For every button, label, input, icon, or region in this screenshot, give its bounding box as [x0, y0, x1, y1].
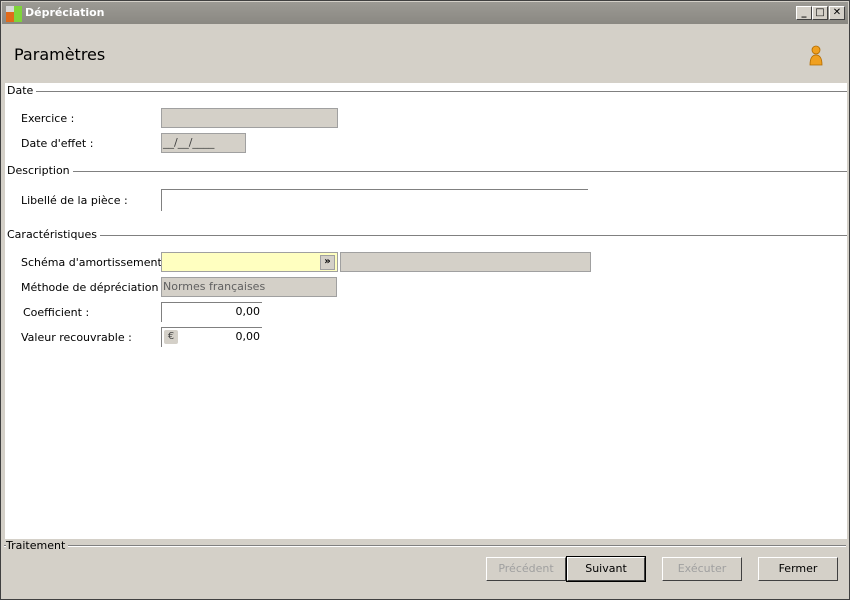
user-icon: [809, 45, 823, 66]
section-date: Date: [7, 84, 847, 98]
methode-label: Méthode de dépréciation :: [21, 281, 166, 294]
methode-value: Normes françaises: [163, 280, 266, 293]
page-title: Paramètres: [14, 45, 106, 64]
schema-label: Schéma d'amortissement :: [21, 256, 170, 269]
section-traitement-label: Traitement: [6, 539, 69, 552]
exercice-field[interactable]: [161, 108, 338, 128]
close-icon: ✕: [832, 7, 842, 18]
minimize-icon: _: [801, 7, 807, 18]
coefficient-label: Coefficient :: [23, 306, 90, 319]
valeur-value: 0,00: [235, 330, 261, 343]
close-button[interactable]: ✕: [829, 6, 845, 20]
exercice-label: Exercice :: [21, 112, 75, 125]
section-description-label: Description: [7, 164, 73, 177]
footer-traitement: Traitement Précédent Suivant Exécuter Fe…: [2, 539, 848, 599]
app-icon: [6, 6, 22, 22]
valeur-label: Valeur recouvrable :: [21, 331, 132, 344]
maximize-button[interactable]: □: [812, 6, 828, 20]
euro-icon: €: [164, 330, 178, 344]
section-date-label: Date: [7, 84, 37, 97]
libelle-label: Libellé de la pièce :: [21, 194, 128, 207]
precedent-button[interactable]: Précédent: [486, 557, 566, 581]
suivant-button[interactable]: Suivant: [566, 556, 646, 582]
chevron-down-icon[interactable]: »: [320, 255, 335, 270]
libelle-field[interactable]: [161, 189, 588, 211]
executer-button[interactable]: Exécuter: [662, 557, 742, 581]
date-effet-field[interactable]: __/__/____: [161, 133, 246, 153]
fermer-button[interactable]: Fermer: [758, 557, 838, 581]
schema-description-field: [340, 252, 591, 272]
maximize-icon: □: [815, 7, 825, 18]
section-caracteristiques: Caractéristiques: [7, 228, 847, 242]
methode-field: Normes françaises: [161, 277, 337, 297]
schema-combobox[interactable]: »: [161, 252, 338, 272]
section-caracteristiques-label: Caractéristiques: [7, 228, 100, 241]
coefficient-field[interactable]: 0,00: [161, 302, 262, 322]
page-header: Paramètres: [2, 25, 848, 83]
form-content: Date Exercice : Date d'effet : __/__/___…: [5, 83, 847, 539]
date-effet-label: Date d'effet :: [21, 137, 94, 150]
coefficient-value: 0,00: [235, 305, 261, 318]
title-bar[interactable]: Dépréciation _ □ ✕: [2, 2, 848, 24]
minimize-button[interactable]: _: [796, 6, 812, 20]
valeur-field[interactable]: € 0,00: [161, 327, 262, 347]
window-title: Dépréciation: [25, 6, 105, 19]
section-description: Description: [7, 164, 847, 178]
date-effet-value: __/__/____: [163, 136, 215, 149]
dialog-window: Dépréciation _ □ ✕ Paramètres Date Exerc…: [0, 0, 850, 600]
